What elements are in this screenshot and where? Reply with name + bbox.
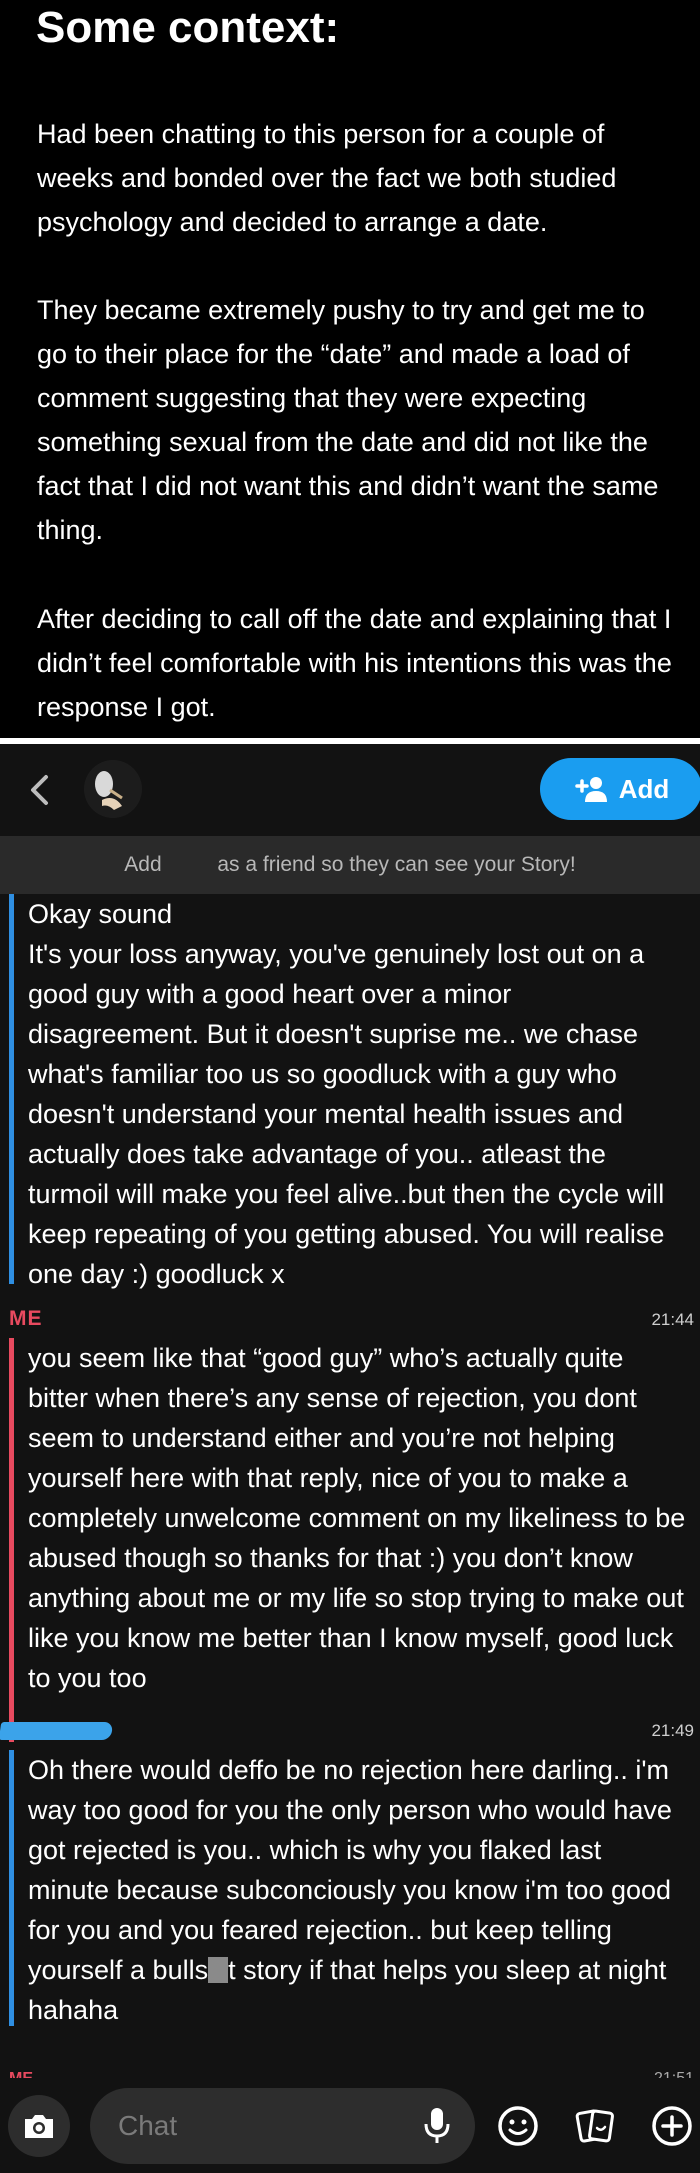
message-them[interactable]: Okay sound It's your loss anyway, you've… bbox=[28, 894, 688, 1294]
message-bar-them bbox=[9, 894, 14, 1284]
message-timestamp: 21:44 bbox=[651, 1310, 694, 1329]
smiley-icon[interactable] bbox=[496, 2104, 540, 2148]
chat-header: Add bbox=[0, 744, 700, 836]
camera-icon bbox=[25, 2115, 53, 2138]
banner-prefix: Add bbox=[124, 853, 162, 876]
avatar[interactable] bbox=[84, 760, 142, 818]
censor-block bbox=[208, 1957, 229, 1983]
sender-label-me: ME bbox=[9, 2070, 33, 2078]
chat-input-bar bbox=[0, 2078, 700, 2173]
context-paragraph-1: Had been chatting to this person for a c… bbox=[37, 119, 617, 237]
banner-suffix: as a friend so they can see your Story! bbox=[217, 853, 576, 876]
microphone-icon[interactable] bbox=[422, 2106, 452, 2146]
context-paragraph-3: After deciding to call off the date and … bbox=[37, 604, 672, 722]
message-text: Oh there would deffo be no rejection her… bbox=[28, 1755, 672, 1985]
message-bar-me bbox=[9, 1338, 14, 1742]
message-timestamp: 21:49 bbox=[651, 1721, 694, 1740]
message-them[interactable]: Oh there would deffo be no rejection her… bbox=[28, 1750, 688, 2030]
chevron-left-icon[interactable] bbox=[22, 772, 58, 808]
chat-field bbox=[90, 2088, 475, 2164]
bitmoji-icon bbox=[84, 760, 142, 818]
add-person-icon bbox=[574, 777, 607, 802]
sticker-cards-icon[interactable] bbox=[574, 2104, 618, 2148]
chat-input[interactable] bbox=[118, 2088, 418, 2164]
add-button-label: Add bbox=[618, 773, 670, 804]
message-timestamp: 21:51 bbox=[654, 2070, 694, 2078]
redacted-name bbox=[167, 863, 212, 867]
redacted-sender-name bbox=[0, 1722, 114, 1740]
add-friend-banner[interactable]: Add as a friend so they can see your Sto… bbox=[0, 836, 700, 894]
message-bar-them bbox=[9, 1750, 14, 2026]
add-friend-button[interactable]: Add bbox=[540, 758, 700, 820]
context-section: Some context: Had been chatting to this … bbox=[0, 0, 700, 738]
chat-screen: Add Add as a friend so they can see your… bbox=[0, 744, 700, 2173]
sender-label-me: ME bbox=[9, 1307, 43, 1330]
context-paragraph-2: They became extremely pushy to try and g… bbox=[37, 295, 659, 545]
context-title: Some context: bbox=[36, 3, 340, 52]
message-me[interactable]: you seem like that “good guy” who’s actu… bbox=[28, 1338, 688, 1698]
plus-circle-icon[interactable] bbox=[650, 2104, 694, 2148]
camera-button[interactable] bbox=[8, 2095, 70, 2157]
